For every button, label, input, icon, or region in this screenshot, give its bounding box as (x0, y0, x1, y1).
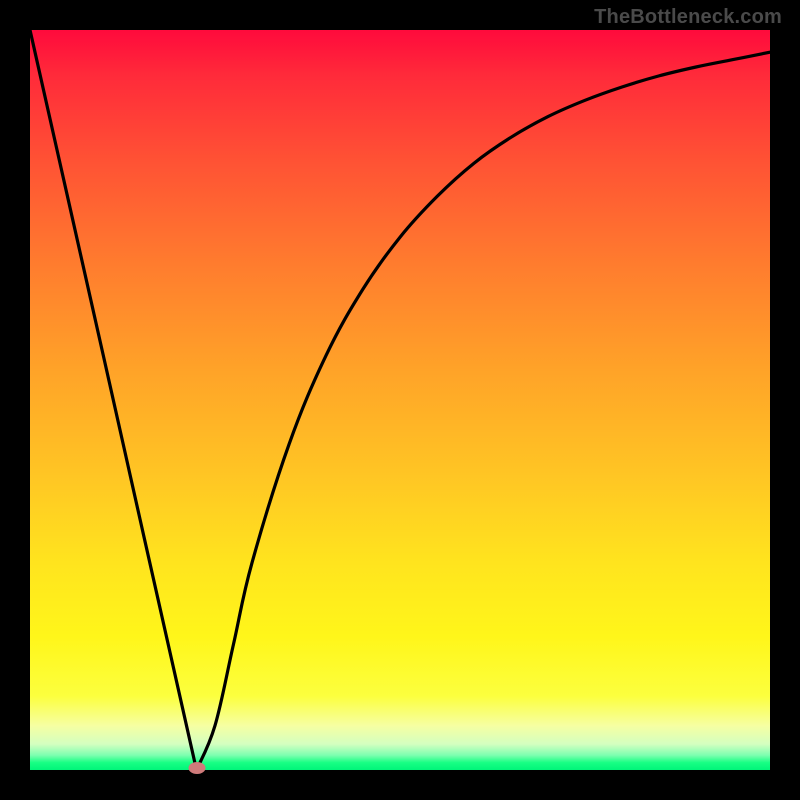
minimum-marker (188, 762, 205, 774)
chart-frame: TheBottleneck.com (0, 0, 800, 800)
credit-text: TheBottleneck.com (594, 6, 782, 29)
plot-area (30, 30, 770, 770)
bottleneck-curve (30, 30, 770, 770)
